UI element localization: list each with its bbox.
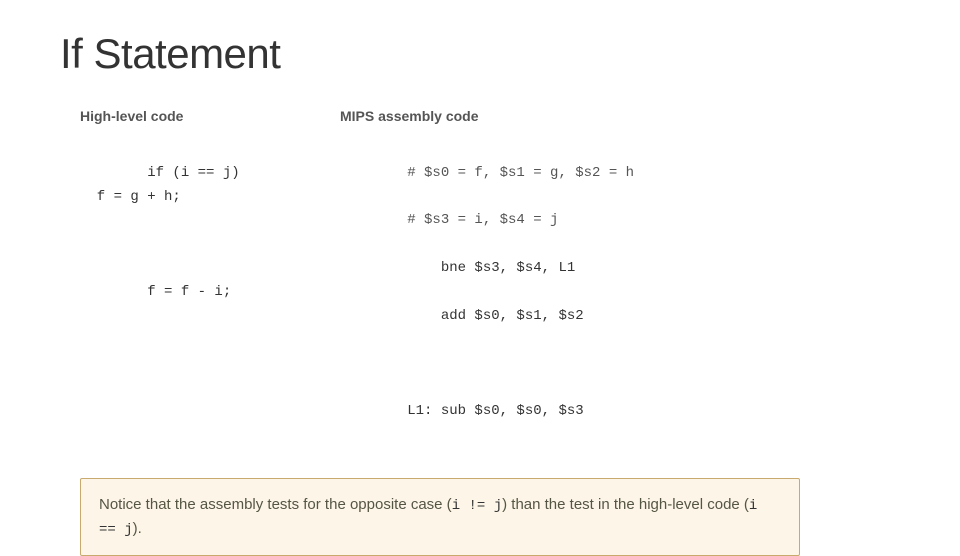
right-column: MIPS assembly code # $s0 = f, $s1 = g, $… bbox=[340, 108, 900, 448]
left-code-block2: f = f - i; bbox=[80, 257, 340, 328]
notice-inline-code1: i != j bbox=[452, 498, 502, 514]
right-comment2: # $s3 = i, $s4 = j bbox=[407, 212, 558, 228]
spacer bbox=[80, 233, 340, 257]
right-code2: add $s0, $s1, $s2 bbox=[407, 308, 583, 324]
right-column-label: MIPS assembly code bbox=[340, 108, 900, 124]
spacer-right bbox=[340, 352, 900, 376]
left-column-label: High-level code bbox=[80, 108, 340, 124]
left-column: High-level code if (i == j) f = g + h; f… bbox=[80, 108, 340, 448]
page-title: If Statement bbox=[60, 30, 900, 78]
content-area: High-level code if (i == j) f = g + h; f… bbox=[80, 108, 900, 448]
right-comment1: # $s0 = f, $s1 = g, $s2 = h bbox=[407, 165, 634, 181]
right-code-block: # $s0 = f, $s1 = g, $s2 = h # $s3 = i, $… bbox=[340, 138, 900, 352]
notice-text-before: Notice that the assembly tests for the o… bbox=[99, 496, 452, 513]
right-code-block2: L1: sub $s0, $s0, $s3 bbox=[340, 376, 900, 447]
left-code-block1: if (i == j) f = g + h; bbox=[80, 138, 340, 233]
notice-text-after: ). bbox=[133, 520, 142, 537]
notice-box: Notice that the assembly tests for the o… bbox=[80, 478, 800, 556]
notice-text: Notice that the assembly tests for the o… bbox=[99, 493, 781, 542]
right-code1: bne $s3, $s4, L1 bbox=[407, 260, 575, 276]
page: If Statement High-level code if (i == j)… bbox=[0, 0, 960, 540]
right-code3: L1: sub $s0, $s0, $s3 bbox=[407, 403, 583, 419]
notice-text-middle: ) than the test in the high-level code ( bbox=[502, 496, 749, 513]
